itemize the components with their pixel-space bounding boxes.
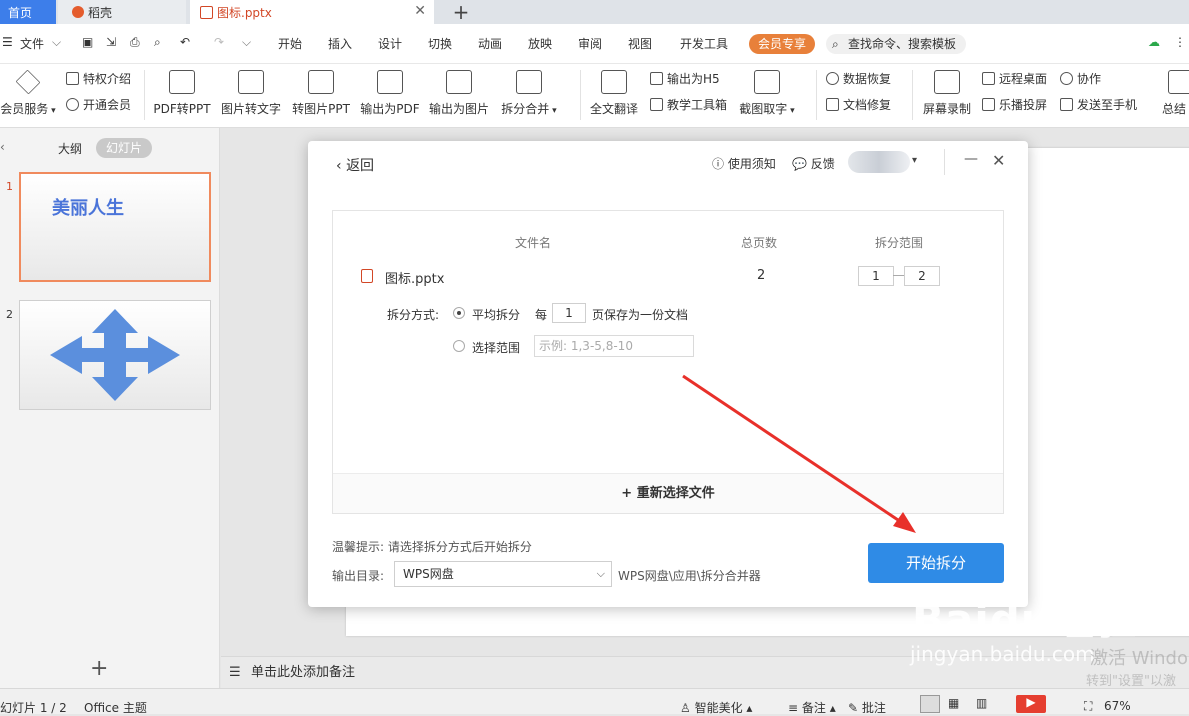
activate-windows-subtext: 转到"设置"以激	[1086, 674, 1176, 689]
baidu-watermark: Baidu经验	[912, 595, 1138, 644]
jingyan-watermark: jingyan.baidu.com	[910, 642, 1095, 666]
activate-windows-watermark: 激活 Windo	[1090, 648, 1188, 669]
